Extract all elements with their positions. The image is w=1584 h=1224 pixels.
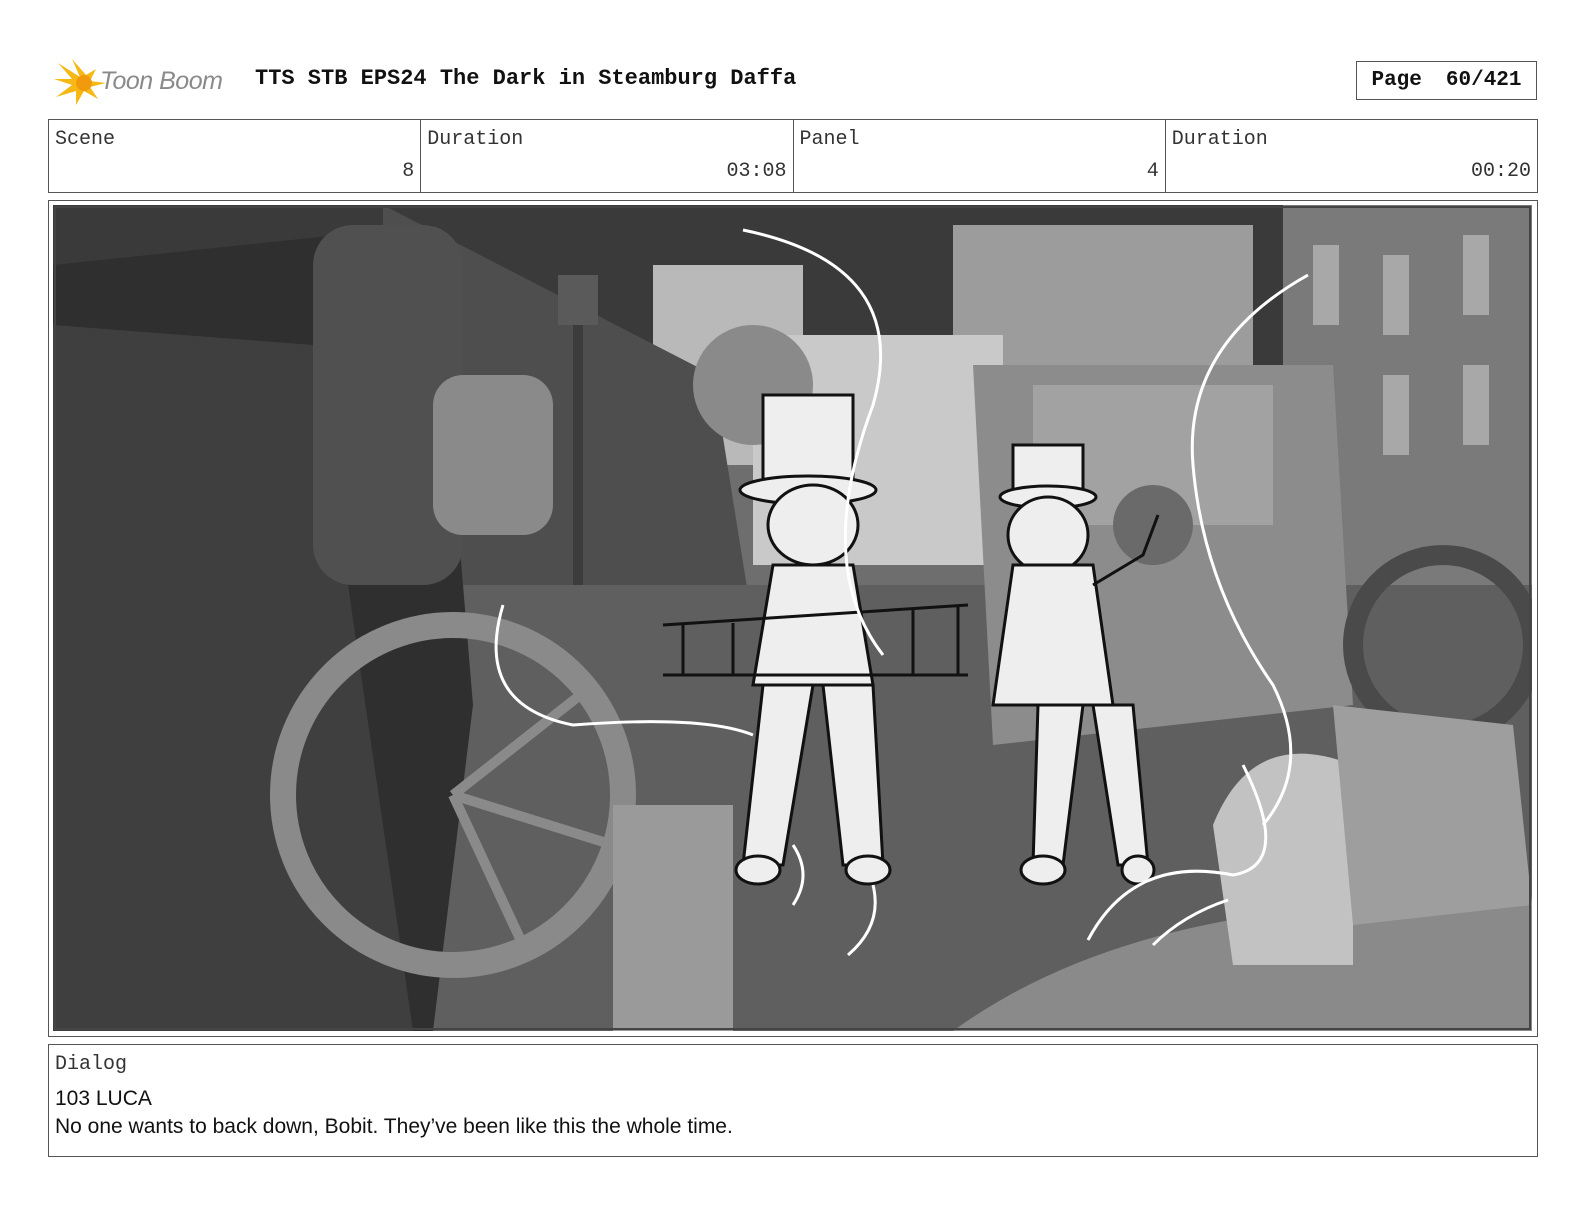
panel-cell: Panel 4	[794, 120, 1166, 192]
scene-value: 8	[402, 160, 415, 183]
page-label: Page	[1371, 69, 1422, 92]
document-title: TTS STB EPS24 The Dark in Steamburg Daff…	[255, 66, 797, 91]
headlamp-lens	[433, 375, 553, 535]
panel-duration-label: Duration	[1171, 128, 1268, 151]
panel-duration-value: 00:20	[1470, 160, 1531, 183]
panel-value: 4	[1146, 160, 1159, 183]
page-number: 60/421	[1445, 69, 1522, 92]
storyboard-panel	[48, 200, 1538, 1037]
panel-duration-cell: Duration 00:20	[1166, 120, 1537, 192]
scene-duration-cell: Duration 03:08	[421, 120, 794, 192]
logo-wordmark: Toon Boom	[100, 66, 223, 95]
dialog-line: No one wants to back down, Bobit. They’v…	[55, 1115, 733, 1138]
panel-image	[53, 205, 1532, 1031]
dialog-label: Dialog	[55, 1053, 128, 1076]
panel-label: Panel	[799, 128, 860, 151]
scene-duration-label: Duration	[427, 128, 524, 151]
dialog-section: Dialog 103 LUCA No one wants to back dow…	[48, 1044, 1538, 1157]
page-indicator: Page 60/421	[1356, 61, 1537, 100]
dialog-speaker: 103 LUCA	[55, 1087, 152, 1110]
scene-info-table: Scene 8 Duration 03:08 Panel 4 Duration …	[48, 119, 1538, 193]
toon-boom-logo: Toon Boom	[52, 55, 242, 107]
scene-label: Scene	[55, 128, 116, 151]
hydrant	[1333, 705, 1532, 925]
scene-duration-value: 03:08	[726, 160, 787, 183]
scene-cell: Scene 8	[49, 120, 422, 192]
